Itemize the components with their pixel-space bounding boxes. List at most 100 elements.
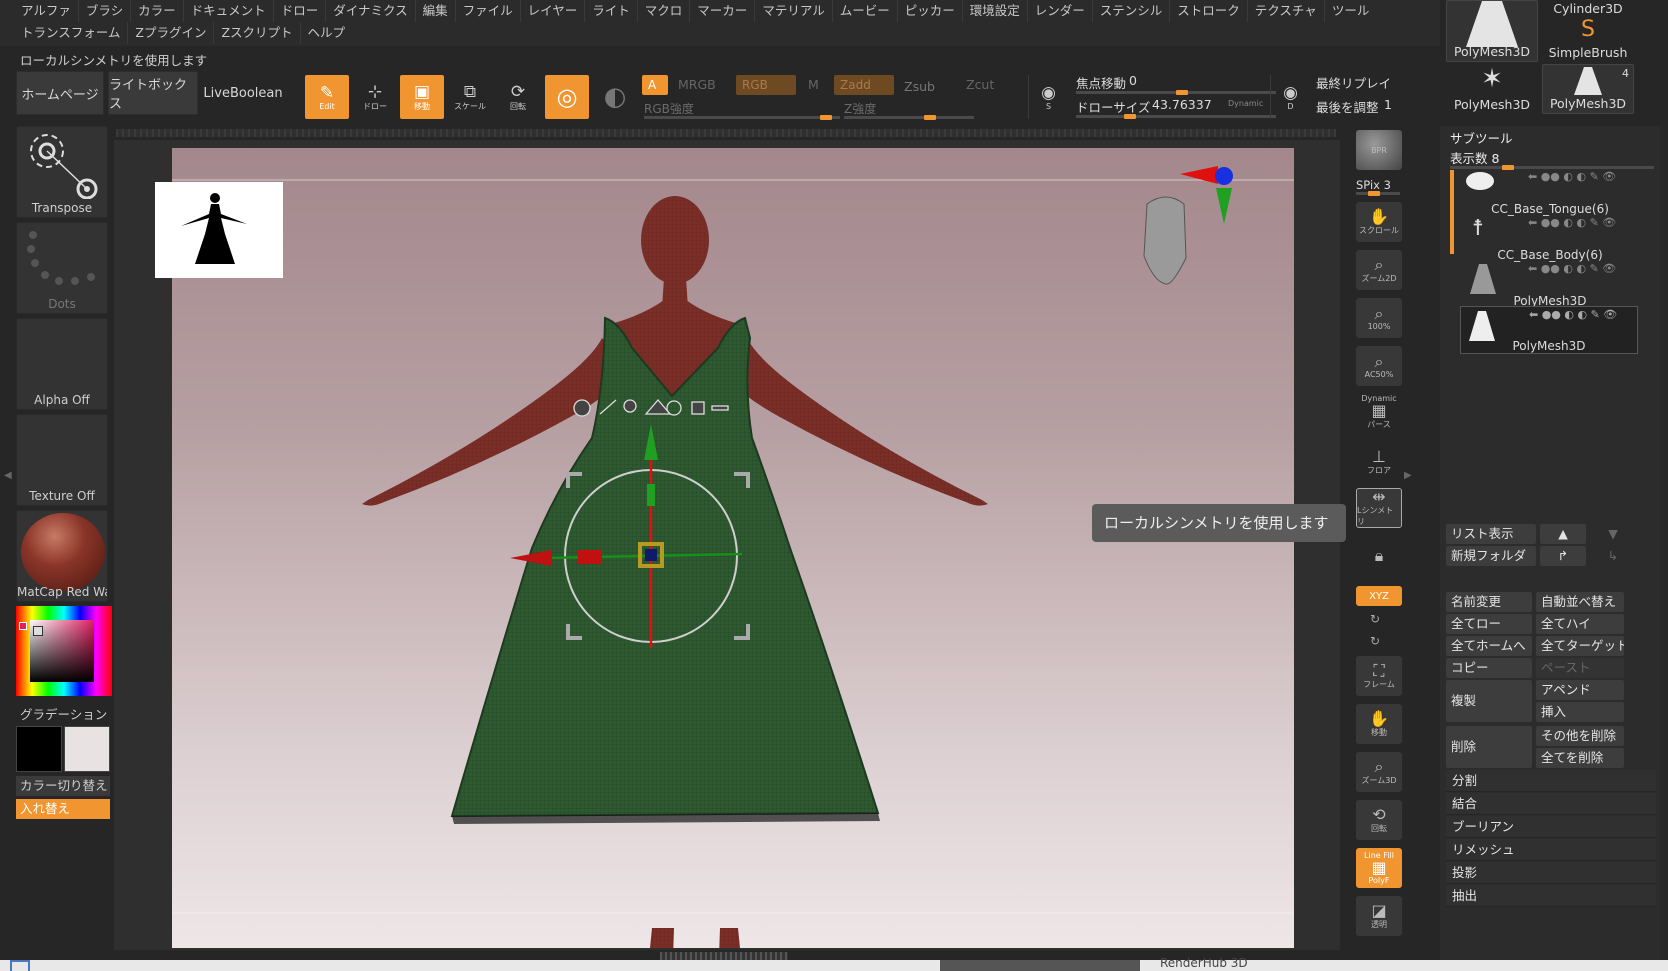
scroll-button[interactable]: ✋ スクロール xyxy=(1356,202,1402,242)
adjust-last-label[interactable]: 最後を調整 xyxy=(1316,97,1379,116)
list-view-button[interactable]: リスト表示 xyxy=(1446,524,1536,544)
rgb-chip[interactable]: RGB xyxy=(736,75,796,95)
menu-item[interactable]: マクロ xyxy=(636,0,690,22)
menu-item[interactable]: ライト xyxy=(584,0,637,22)
menu-item[interactable]: Zスクリプト xyxy=(213,22,299,44)
draw-size-slider[interactable] xyxy=(1076,114,1276,119)
edit-mode-button[interactable]: ✎ Edit xyxy=(305,75,349,119)
right-collapse-arrow[interactable]: ▶ xyxy=(1404,470,1414,490)
canvas-bottom-scrollbar[interactable] xyxy=(660,952,788,960)
subtool-section-header[interactable]: ブーリアン xyxy=(1446,816,1656,838)
rotate-z-icon[interactable]: ↻ xyxy=(1370,634,1380,648)
texture-slot[interactable]: Texture Off xyxy=(16,414,108,506)
zadd-chip[interactable]: Zadd xyxy=(834,75,894,95)
subtool-item[interactable]: ☨ ⬅ ●● ◐ ◐ ✎ 👁︎ CC_Base_Body(6) xyxy=(1464,216,1636,262)
spix-slider[interactable] xyxy=(1356,191,1400,196)
spix-label[interactable]: SPix 3 xyxy=(1356,178,1391,192)
zsub-label[interactable]: Zsub xyxy=(904,79,935,94)
swap-button[interactable]: 入れ替え xyxy=(16,799,110,819)
lock-button[interactable]: 🔒︎ xyxy=(1356,536,1402,576)
auto-sort-button[interactable]: 自動並べ替え xyxy=(1536,592,1624,612)
subtool-section-header[interactable]: 抽出 xyxy=(1446,885,1656,907)
dynamic-label[interactable]: Dynamic xyxy=(1228,99,1263,108)
move-down-button[interactable]: ▼ xyxy=(1590,524,1636,544)
scale-mode-button[interactable]: ⧉ スケール xyxy=(450,75,490,119)
viewport-3d[interactable] xyxy=(172,148,1294,948)
subtool-item[interactable]: ⬅ ●● ◐ ◐ ✎ 👁︎ PolyMesh3D xyxy=(1464,262,1636,308)
polyframe-button[interactable]: Line Fill ▦ PolyF xyxy=(1356,848,1402,888)
local-symmetry-button[interactable]: ⇹ Lシンメトリ xyxy=(1356,488,1402,528)
menu-item[interactable]: ツール xyxy=(1323,0,1377,22)
axis-navigator[interactable] xyxy=(1143,166,1233,285)
home-page-button[interactable]: ホームページ xyxy=(16,71,104,115)
move-view-button[interactable]: ✋ 移動 xyxy=(1356,704,1402,744)
tool-slot-polymesh-1[interactable]: PolyMesh3D xyxy=(1446,0,1538,62)
move-mode-button[interactable]: ▣ 移動 xyxy=(400,75,444,119)
menu-item[interactable]: マテリアル xyxy=(754,0,831,22)
menu-item[interactable]: テクスチャ xyxy=(1246,0,1324,22)
paste-button[interactable]: ペースト xyxy=(1536,658,1624,678)
rotate-y-icon[interactable]: ↻ xyxy=(1370,612,1380,626)
menu-item[interactable]: ダイナミクス xyxy=(325,0,414,22)
move-up-button[interactable]: ▲ xyxy=(1540,524,1586,544)
material-sphere-button[interactable]: ◎ xyxy=(545,75,589,119)
menu-item[interactable]: ブラシ xyxy=(77,0,130,22)
rgb-intensity-slider[interactable] xyxy=(644,115,840,120)
m-label[interactable]: M xyxy=(808,77,819,92)
subtool-toggles[interactable]: ⬅ ●● ◐ ◐ ✎ 👁︎ xyxy=(1529,308,1617,321)
secondary-color-swatch[interactable] xyxy=(64,726,110,772)
delete-others-button[interactable]: その他を削除 xyxy=(1536,726,1624,746)
canvas-top-scrollbar[interactable] xyxy=(116,129,1336,137)
subtool-toggles[interactable]: ⬅ ●● ◐ ◐ ✎ 👁︎ xyxy=(1528,262,1616,275)
menu-item[interactable]: ピッカー xyxy=(896,0,962,22)
menu-item[interactable]: カラー xyxy=(130,0,183,22)
all-target-button[interactable]: 全てターゲットへ xyxy=(1536,636,1624,656)
last-replay-button[interactable]: 最終リプレイ xyxy=(1316,73,1391,92)
perspective-button[interactable]: Dynamic ▦ パース xyxy=(1356,392,1402,432)
move-to-folder-button[interactable]: ↱ xyxy=(1540,546,1586,566)
subtool-title[interactable]: サブツール xyxy=(1450,128,1513,147)
lightbox-button[interactable]: ライトボックス xyxy=(108,71,198,115)
menu-item[interactable]: 編集 xyxy=(414,0,455,22)
new-folder-button[interactable]: 新規フォルダ xyxy=(1446,546,1536,566)
subtool-section-header[interactable]: 結合 xyxy=(1446,793,1656,815)
menu-item[interactable]: マーカー xyxy=(689,0,754,22)
floor-button[interactable]: ⊥ フロア xyxy=(1356,442,1402,482)
transpose-slot[interactable]: Transpose xyxy=(16,126,108,218)
frame-button[interactable]: ⛶ フレーム xyxy=(1356,656,1402,696)
material-slot[interactable]: MatCap Red Wax xyxy=(16,510,108,602)
color-switch-button[interactable]: カラー切り替え xyxy=(16,776,110,796)
subtool-toggles[interactable]: ⬅ ●● ◐ ◐ ✎ 👁︎ xyxy=(1528,216,1616,229)
taskbar-thumbnail[interactable] xyxy=(940,960,1140,971)
menu-item[interactable]: ドキュメント xyxy=(182,0,273,22)
visible-count-slider[interactable] xyxy=(1450,165,1654,170)
tool-slot-simplebrush[interactable]: S SimpleBrush xyxy=(1542,18,1634,62)
subtool-section-header[interactable]: リメッシュ xyxy=(1446,839,1656,861)
insert-button[interactable]: 挿入 xyxy=(1536,702,1624,722)
mrgb-label[interactable]: MRGB xyxy=(678,77,716,92)
main-color-swatch[interactable] xyxy=(16,726,62,772)
subtool-section-header[interactable]: 投影 xyxy=(1446,862,1656,884)
half-size-button[interactable]: ⌕ AC50% xyxy=(1356,346,1402,386)
xyz-button[interactable]: XYZ xyxy=(1356,586,1402,606)
all-high-button[interactable]: 全てハイ xyxy=(1536,614,1624,634)
z-intensity-slider[interactable] xyxy=(844,115,974,120)
menu-item[interactable]: レンダー xyxy=(1026,0,1092,22)
transparency-button[interactable]: ◪ 透明 xyxy=(1356,896,1402,936)
a-channel-chip[interactable]: A xyxy=(642,75,668,95)
delete-button[interactable]: 削除 xyxy=(1446,726,1532,768)
tool-slot-polymesh-3[interactable]: 4 PolyMesh3D xyxy=(1542,64,1634,114)
tool-slot-polymesh-2[interactable]: ✶ PolyMesh3D xyxy=(1446,64,1538,114)
all-home-button[interactable]: 全てホームへ xyxy=(1446,636,1532,656)
alpha-slot[interactable]: Alpha Off xyxy=(16,318,108,410)
zoom3d-button[interactable]: ⌕ ズーム3D xyxy=(1356,752,1402,792)
focal-shift-slider[interactable] xyxy=(1076,90,1276,95)
append-button[interactable]: アペンド xyxy=(1536,680,1624,700)
menu-item[interactable]: ステンシル xyxy=(1091,0,1170,22)
left-collapse-arrow[interactable]: ◀ xyxy=(4,470,12,490)
zcut-label[interactable]: Zcut xyxy=(966,77,994,92)
taskbar-app-icon[interactable] xyxy=(10,960,30,971)
menu-item[interactable]: 環境設定 xyxy=(961,0,1027,22)
menu-item[interactable]: トランスフォーム xyxy=(14,22,127,44)
subtool-section-header[interactable]: 分割 xyxy=(1446,770,1656,792)
